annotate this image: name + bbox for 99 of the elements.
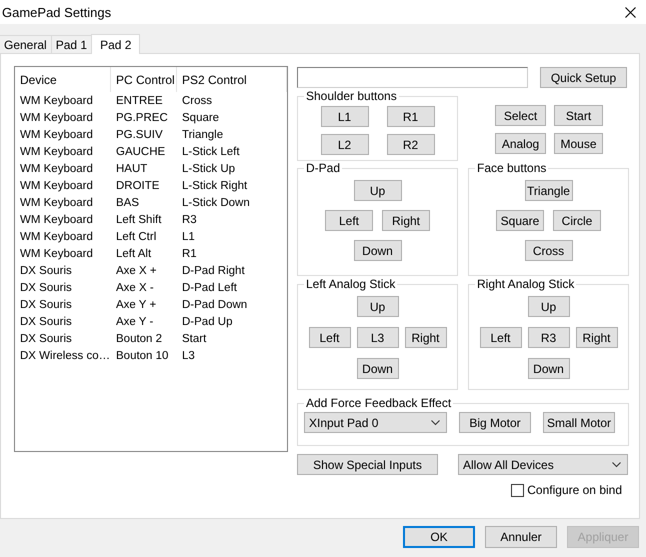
dialog-button[interactable]: OK bbox=[403, 526, 475, 548]
list-cell-text: L-Stick Left bbox=[181, 146, 241, 158]
list-cell-text: Bouton 2 bbox=[115, 332, 164, 344]
shoulder-button[interactable]: L1 bbox=[320, 106, 368, 127]
pad-button[interactable]: L3 bbox=[356, 327, 398, 348]
shoulder-button[interactable]: R2 bbox=[386, 134, 434, 155]
list-cell-text: R3 bbox=[181, 214, 198, 226]
pad-button[interactable]: Left bbox=[308, 327, 350, 348]
shoulder-button[interactable]: R1 bbox=[386, 106, 434, 127]
list-cell-text: WM Keyboard bbox=[19, 196, 94, 208]
system-button[interactable]: Analog bbox=[495, 133, 546, 154]
motor-button[interactable]: Small Motor bbox=[543, 412, 615, 433]
column-header[interactable]: Device bbox=[15, 67, 111, 92]
pad-button[interactable]: Circle bbox=[553, 210, 601, 231]
list-cell-text: WM Keyboard bbox=[19, 180, 94, 192]
pad-button[interactable]: Up bbox=[356, 296, 398, 317]
pad-button[interactable]: Left bbox=[480, 327, 522, 348]
list-cell-text: Square bbox=[181, 112, 220, 124]
pad-button[interactable]: Right bbox=[404, 327, 446, 348]
tab[interactable]: Pad 2 bbox=[91, 34, 140, 54]
list-cell-text: Axe Y + bbox=[115, 298, 158, 310]
list-cell-text: L-Stick Right bbox=[181, 180, 248, 192]
list-cell-text: Bouton 10 bbox=[115, 350, 170, 362]
pad-button[interactable]: R3 bbox=[528, 327, 570, 348]
chevron-down-icon bbox=[431, 420, 440, 426]
list-cell-text: DX Souris bbox=[19, 298, 73, 310]
list-cell-text: Start bbox=[181, 332, 208, 344]
list-cell-text: Left Shift bbox=[115, 214, 162, 226]
list-cell-text: D-Pad Left bbox=[181, 282, 238, 294]
system-button[interactable]: Start bbox=[554, 105, 603, 126]
column-header[interactable]: PC Control bbox=[111, 67, 177, 92]
list-cell-text: Axe X - bbox=[115, 282, 155, 294]
group-title: Left Analog Stick bbox=[305, 277, 396, 291]
group-title: Right Analog Stick bbox=[476, 277, 576, 291]
system-button[interactable]: Select bbox=[495, 105, 546, 126]
dialog-button[interactable]: Annuler bbox=[485, 526, 557, 548]
list-cell-text: WM Keyboard bbox=[19, 248, 94, 260]
list-cell-text: PG.SUIV bbox=[115, 128, 164, 140]
list-cell-text: HAUT bbox=[115, 162, 148, 174]
shoulder-button[interactable]: L2 bbox=[320, 134, 368, 155]
list-cell-text: WM Keyboard bbox=[19, 214, 94, 226]
list-cell-text: D-Pad Up bbox=[181, 316, 234, 328]
device-dropdown[interactable]: XInput Pad 0 bbox=[304, 412, 447, 433]
group-title: Shoulder buttons bbox=[305, 89, 398, 103]
window-title: GamePad Settings bbox=[1, 4, 112, 20]
group-title: Add Force Feedback Effect bbox=[305, 396, 452, 410]
pad-button[interactable]: Right bbox=[382, 210, 430, 231]
list-cell-text: L-Stick Up bbox=[181, 162, 236, 174]
checkbox-label: Configure on bind bbox=[527, 483, 622, 497]
system-button[interactable]: Mouse bbox=[554, 133, 603, 154]
pad-button[interactable]: Right bbox=[576, 327, 618, 348]
list-cell-text: Left Ctrl bbox=[115, 230, 158, 242]
list-cell-text: BAS bbox=[115, 196, 140, 208]
list-cell-text: Left Alt bbox=[115, 248, 152, 260]
pad-button[interactable]: Up bbox=[528, 296, 570, 317]
list-cell-text: DX Souris bbox=[19, 264, 73, 276]
list-cell-text: L-Stick Down bbox=[181, 196, 251, 208]
list-cell-text: Axe Y - bbox=[115, 316, 154, 328]
group-title: Face buttons bbox=[476, 161, 548, 175]
pad-button[interactable]: Down bbox=[354, 240, 402, 261]
list-cell-text: DX Wireless co… bbox=[19, 350, 111, 362]
list-cell-text: DX Souris bbox=[19, 316, 73, 328]
list-cell-text: PG.PREC bbox=[115, 112, 169, 124]
list-cell-text: Cross bbox=[181, 94, 214, 106]
quick-setup-button[interactable]: Quick Setup bbox=[540, 67, 627, 88]
list-cell-text: Triangle bbox=[181, 128, 224, 140]
pad-button[interactable]: Triangle bbox=[524, 180, 572, 201]
list-cell-text: ENTREE bbox=[115, 94, 164, 106]
list-cell-text: R1 bbox=[181, 248, 198, 260]
pad-button[interactable]: Cross bbox=[524, 240, 572, 261]
motor-button[interactable]: Big Motor bbox=[459, 412, 531, 433]
device-filter-dropdown[interactable]: Allow All Devices bbox=[458, 454, 628, 475]
pad-button[interactable]: Left bbox=[325, 210, 373, 231]
group-title: D-Pad bbox=[305, 161, 342, 175]
pad-button[interactable]: Up bbox=[354, 180, 402, 201]
chevron-down-icon bbox=[612, 462, 621, 468]
list-cell-text: Axe X + bbox=[115, 264, 158, 276]
list-cell-text: L3 bbox=[181, 350, 196, 362]
list-cell-text: DROITE bbox=[115, 180, 160, 192]
list-cell-text: WM Keyboard bbox=[19, 112, 94, 124]
column-header[interactable]: PS2 Control bbox=[177, 67, 287, 92]
list-cell-text: D-Pad Down bbox=[181, 298, 248, 310]
close-icon[interactable] bbox=[625, 6, 636, 18]
list-cell-text: WM Keyboard bbox=[19, 230, 94, 242]
list-cell-text: WM Keyboard bbox=[19, 146, 94, 158]
pad-button[interactable]: Down bbox=[356, 358, 398, 379]
list-cell-text: L1 bbox=[181, 230, 196, 242]
pad-button[interactable]: Down bbox=[528, 358, 570, 379]
list-cell-text: WM Keyboard bbox=[19, 162, 94, 174]
checkbox[interactable] bbox=[511, 484, 524, 496]
list-cell-text: GAUCHE bbox=[115, 146, 166, 158]
list-cell-text: WM Keyboard bbox=[19, 128, 94, 140]
pad-button[interactable]: Square bbox=[496, 210, 544, 231]
list-cell-text: DX Souris bbox=[19, 332, 73, 344]
list-cell-text: WM Keyboard bbox=[19, 94, 94, 106]
input-field[interactable] bbox=[297, 67, 528, 88]
special-inputs-button[interactable]: Show Special Inputs bbox=[297, 454, 438, 475]
list-cell-text: DX Souris bbox=[19, 282, 73, 294]
list-cell-text: D-Pad Right bbox=[181, 264, 246, 276]
